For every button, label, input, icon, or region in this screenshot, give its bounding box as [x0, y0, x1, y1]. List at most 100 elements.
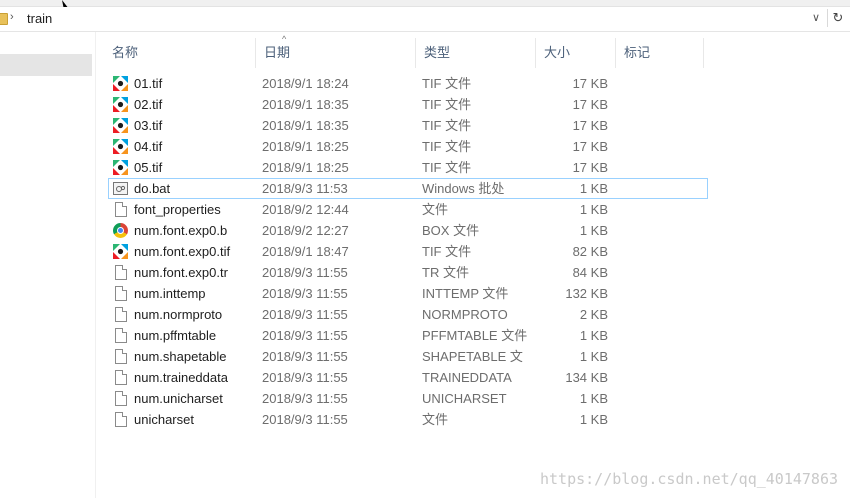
file-type: TIF 文件 [422, 139, 472, 154]
file-type: BOX 文件 [422, 223, 480, 238]
file-size: 17 KB [572, 118, 608, 133]
generic-file-icon [115, 412, 127, 427]
file-size: 17 KB [572, 139, 608, 154]
file-row[interactable]: num.font.exp0.tif 2018/9/1 18:47 TIF 文件 82 … [108, 241, 708, 262]
address-history-dropdown-icon[interactable]: ∨ [808, 9, 824, 27]
file-date: 2018/9/1 18:35 [262, 118, 349, 133]
file-name[interactable]: num.unicharset [134, 388, 223, 409]
file-size: 1 KB [579, 328, 608, 343]
file-row[interactable]: num.font.exp0.tr 2018/9/3 11:55 TR 文件 84 KB [108, 262, 708, 283]
file-date: 2018/9/2 12:27 [262, 223, 349, 238]
file-date: 2018/9/1 18:24 [262, 76, 349, 91]
file-row[interactable]: do.bat 2018/9/3 11:53 Windows 批处 1 KB [108, 178, 708, 199]
generic-file-icon [115, 391, 127, 406]
file-row[interactable]: 02.tif 2018/9/1 18:35 TIF 文件 17 KB [108, 94, 708, 115]
file-type: TIF 文件 [422, 97, 472, 112]
file-size: 17 KB [572, 97, 608, 112]
file-size: 1 KB [579, 223, 608, 238]
file-size: 132 KB [565, 286, 608, 301]
file-name[interactable]: 02.tif [134, 94, 162, 115]
file-name[interactable]: unicharset [134, 409, 194, 430]
file-name[interactable]: num.pffmtable [134, 325, 216, 346]
file-size: 1 KB [579, 181, 608, 196]
watermark: https://blog.csdn.net/qq_40147863 [539, 470, 838, 488]
file-list: 01.tif 2018/9/1 18:24 TIF 文件 17 KB 02.tif 201… [108, 73, 708, 430]
file-type: UNICHARSET [422, 391, 507, 406]
generic-file-icon [115, 286, 127, 301]
file-name[interactable]: 01.tif [134, 73, 162, 94]
column-header-type[interactable]: 类型 [416, 38, 536, 68]
nav-selected-item[interactable] [0, 54, 92, 76]
tif-image-icon [113, 118, 128, 133]
file-type: TIF 文件 [422, 244, 472, 259]
file-size: 17 KB [572, 160, 608, 175]
file-size: 1 KB [579, 391, 608, 406]
file-row[interactable]: num.inttemp 2018/9/3 11:55 INTTEMP 文件 132 K… [108, 283, 708, 304]
file-name[interactable]: 04.tif [134, 136, 162, 157]
file-date: 2018/9/1 18:25 [262, 139, 349, 154]
file-name[interactable]: num.font.exp0.tr [134, 262, 228, 283]
file-name[interactable]: num.normproto [134, 304, 222, 325]
file-date: 2018/9/3 11:53 [262, 181, 348, 196]
file-name[interactable]: num.inttemp [134, 283, 206, 304]
window-top-strip [0, 0, 850, 7]
generic-file-icon [115, 307, 127, 322]
file-type: TIF 文件 [422, 76, 472, 91]
file-row[interactable]: num.traineddata 2018/9/3 11:55 TRAINEDDATA… [108, 367, 708, 388]
file-name[interactable]: font_properties [134, 199, 221, 220]
file-type: TR 文件 [422, 265, 469, 280]
file-row[interactable]: unicharset 2018/9/3 11:55 文件 1 KB [108, 409, 708, 430]
file-date: 2018/9/3 11:55 [262, 286, 348, 301]
file-type: 文件 [422, 412, 449, 427]
file-row[interactable]: 05.tif 2018/9/1 18:25 TIF 文件 17 KB [108, 157, 708, 178]
generic-file-icon [115, 349, 127, 364]
file-type: TIF 文件 [422, 160, 472, 175]
column-header-tags[interactable]: 标记 [616, 38, 704, 68]
file-date: 2018/9/3 11:55 [262, 307, 348, 322]
file-size: 1 KB [579, 349, 608, 364]
file-date: 2018/9/3 11:55 [262, 370, 348, 385]
file-size: 1 KB [579, 412, 608, 427]
file-row[interactable]: num.shapetable 2018/9/3 11:55 SHAPETABLE 文… [108, 346, 708, 367]
file-size: 134 KB [565, 370, 608, 385]
file-name[interactable]: num.font.exp0.b [134, 220, 227, 241]
file-name[interactable]: num.traineddata [134, 367, 228, 388]
file-name[interactable]: num.font.exp0.tif [134, 241, 230, 262]
generic-file-icon [115, 328, 127, 343]
refresh-icon[interactable]: ↻ [827, 9, 848, 27]
column-header-name[interactable]: 名称 [104, 38, 256, 68]
file-row[interactable]: 03.tif 2018/9/1 18:35 TIF 文件 17 KB [108, 115, 708, 136]
navigation-pane[interactable] [0, 32, 96, 498]
file-row[interactable]: 04.tif 2018/9/1 18:25 TIF 文件 17 KB [108, 136, 708, 157]
file-type: Windows 批处 [422, 181, 505, 196]
file-size: 82 KB [572, 244, 608, 259]
file-row[interactable]: num.font.exp0.b 2018/9/2 12:27 BOX 文件 1 KB [108, 220, 708, 241]
breadcrumb-separator-icon[interactable]: › [10, 11, 14, 23]
file-name[interactable]: 03.tif [134, 115, 162, 136]
file-name[interactable]: num.shapetable [134, 346, 227, 367]
file-row[interactable]: 01.tif 2018/9/1 18:24 TIF 文件 17 KB [108, 73, 708, 94]
file-name[interactable]: do.bat [134, 178, 170, 199]
address-bar[interactable]: › train ∨ ↻ [0, 7, 850, 32]
file-date: 2018/9/3 11:55 [262, 412, 348, 427]
tif-image-icon [113, 244, 128, 259]
folder-icon [0, 13, 8, 25]
breadcrumb-folder-train[interactable]: train [27, 11, 52, 26]
generic-file-icon [115, 265, 127, 280]
file-type: PFFMTABLE 文件 [422, 328, 528, 343]
file-row[interactable]: font_properties 2018/9/2 12:44 文件 1 KB [108, 199, 708, 220]
tif-image-icon [113, 76, 128, 91]
file-size: 84 KB [572, 265, 608, 280]
file-type: TIF 文件 [422, 118, 472, 133]
file-row[interactable]: num.pffmtable 2018/9/3 11:55 PFFMTABLE 文件 1… [108, 325, 708, 346]
file-size: 2 KB [579, 307, 608, 322]
file-date: 2018/9/1 18:35 [262, 97, 349, 112]
file-row[interactable]: num.unicharset 2018/9/3 11:55 UNICHARSET 1 … [108, 388, 708, 409]
column-header-size[interactable]: 大小 [536, 38, 616, 68]
file-name[interactable]: 05.tif [134, 157, 162, 178]
file-type: NORMPROTO [422, 307, 508, 322]
file-date: 2018/9/2 12:44 [262, 202, 349, 217]
file-row[interactable]: num.normproto 2018/9/3 11:55 NORMPROTO 2 KB [108, 304, 708, 325]
column-headers: ^ 名称 日期 类型 大小 标记 [104, 34, 850, 68]
column-header-date[interactable]: 日期 [256, 38, 416, 68]
